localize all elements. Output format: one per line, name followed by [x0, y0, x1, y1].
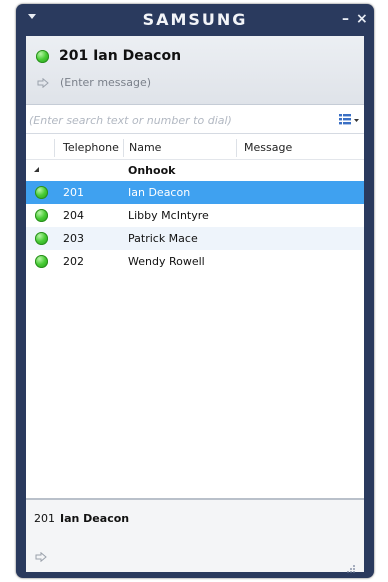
column-divider[interactable]	[236, 139, 237, 157]
column-header-row: Telephone Name Message	[26, 137, 364, 160]
group-onhook[interactable]: Onhook	[26, 162, 364, 180]
contact-row[interactable]: 201 Ian Deacon	[26, 181, 364, 204]
main-panel: 201 Ian Deacon (Enter message) Telephone	[26, 36, 364, 572]
contact-row[interactable]: 202 Wendy Rowell	[26, 250, 364, 273]
contact-name: Wendy Rowell	[128, 255, 205, 268]
contact-name: Patrick Mace	[128, 232, 198, 245]
contact-telephone: 201	[63, 186, 84, 199]
status-green-icon[interactable]	[36, 50, 49, 63]
column-divider[interactable]	[54, 139, 55, 157]
current-user-title: 201 Ian Deacon	[59, 48, 182, 64]
contact-name: Libby McIntyre	[128, 209, 209, 222]
status-green-icon	[35, 255, 48, 268]
contact-telephone: 202	[63, 255, 84, 268]
resize-grip-icon[interactable]	[346, 564, 356, 574]
column-message[interactable]: Message	[244, 141, 292, 159]
close-button[interactable]: ×	[356, 11, 368, 27]
status-green-icon	[35, 232, 48, 245]
contact-telephone: 203	[63, 232, 84, 245]
call-detail-panel: 201 Ian Deacon	[26, 498, 364, 572]
search-bar	[26, 107, 364, 134]
current-user-header: 201 Ian Deacon (Enter message)	[26, 36, 364, 105]
search-input[interactable]	[27, 109, 331, 131]
status-green-icon	[35, 186, 48, 199]
brand-logo: SAMSUNG	[142, 10, 248, 29]
minimize-button[interactable]: –	[342, 11, 349, 27]
message-field[interactable]: (Enter message)	[60, 76, 151, 89]
column-telephone[interactable]: Telephone	[63, 141, 119, 159]
detail-telephone: 201	[34, 512, 55, 525]
contact-name: Ian Deacon	[128, 186, 191, 199]
message-arrow-icon	[37, 78, 49, 88]
app-window: SAMSUNG – × 201 Ian Deacon (Enter messag…	[16, 4, 374, 578]
collapse-triangle-icon[interactable]	[34, 167, 39, 172]
contact-row[interactable]: 204 Libby McIntyre	[26, 204, 364, 227]
contact-telephone: 204	[63, 209, 84, 222]
group-label: Onhook	[128, 164, 176, 177]
column-divider[interactable]	[123, 139, 124, 157]
contact-row[interactable]: 203 Patrick Mace	[26, 227, 364, 250]
title-bar[interactable]: SAMSUNG – ×	[16, 4, 374, 36]
view-options-icon[interactable]	[338, 112, 360, 128]
status-green-icon	[35, 209, 48, 222]
detail-name: Ian Deacon	[60, 512, 130, 525]
message-arrow-icon[interactable]	[35, 552, 47, 562]
column-name[interactable]: Name	[129, 141, 161, 159]
